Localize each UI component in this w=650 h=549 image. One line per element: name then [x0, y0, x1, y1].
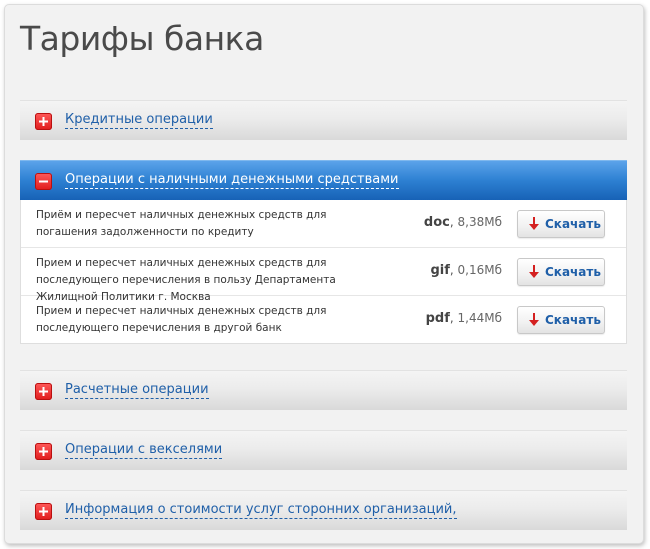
section-header-cash-operations[interactable]: Операции с наличными денежными средствам… [20, 160, 627, 200]
download-arrow-icon [529, 217, 539, 230]
section-title[interactable]: Информация о стоимости услуг сторонних о… [65, 502, 457, 519]
download-arrow-icon [529, 313, 539, 326]
file-size: 0,16Мб [457, 263, 502, 277]
section-title[interactable]: Операции с векселями [65, 442, 223, 459]
section-header-third-party-fees[interactable]: Информация о стоимости услуг сторонних о… [20, 490, 627, 530]
section-title[interactable]: Кредитные операции [65, 112, 213, 129]
section-bill-operations: Операции с векселями [20, 430, 627, 470]
document-meta: gif, 0,16Мб [430, 263, 502, 278]
section-header-settlement-operations[interactable]: Расчетные операции [20, 370, 627, 410]
file-format: gif [430, 263, 450, 278]
download-label: Скачать [545, 217, 601, 231]
file-format: doc [423, 215, 450, 230]
section-settlement-operations: Расчетные операции [20, 370, 627, 410]
download-arrow-icon [529, 265, 539, 278]
page-title: Тарифы банка [20, 19, 264, 58]
section-third-party-fees: Информация о стоимости услуг сторонних о… [20, 490, 627, 530]
plus-icon[interactable] [35, 503, 52, 520]
section-header-bill-operations[interactable]: Операции с векселями [20, 430, 627, 470]
file-size: 1,44Мб [457, 311, 502, 325]
file-format: pdf [425, 311, 450, 326]
document-row: Прием и пересчет наличных денежных средс… [21, 296, 626, 343]
plus-icon[interactable] [35, 113, 52, 130]
section-title[interactable]: Расчетные операции [65, 382, 209, 399]
download-label: Скачать [545, 313, 601, 327]
plus-icon[interactable] [35, 383, 52, 400]
section-credit-operations: Кредитные операции [20, 100, 627, 140]
document-meta: doc, 8,38Мб [423, 215, 502, 230]
document-list: Приём и пересчет наличных денежных средс… [20, 200, 627, 344]
document-meta: pdf, 1,44Мб [425, 311, 502, 326]
tariffs-panel: Тарифы банка Кредитные операции Операции… [4, 4, 644, 544]
download-button[interactable]: Скачать [517, 258, 605, 286]
section-header-credit-operations[interactable]: Кредитные операции [20, 100, 627, 140]
document-description: Приём и пересчет наличных денежных средс… [36, 209, 327, 238]
download-label: Скачать [545, 265, 601, 279]
download-button[interactable]: Скачать [517, 306, 605, 334]
file-size: 8,38Мб [457, 215, 502, 229]
minus-icon[interactable] [35, 173, 52, 190]
plus-icon[interactable] [35, 443, 52, 460]
document-row: Приём и пересчет наличных денежных средс… [21, 200, 626, 248]
download-button[interactable]: Скачать [517, 210, 605, 238]
document-row: Прием и пересчет наличных денежных средс… [21, 248, 626, 303]
section-cash-operations: Операции с наличными денежными средствам… [20, 160, 627, 344]
section-title[interactable]: Операции с наличными денежными средствам… [65, 172, 399, 189]
document-description: Прием и пересчет наличных денежных средс… [36, 305, 327, 334]
